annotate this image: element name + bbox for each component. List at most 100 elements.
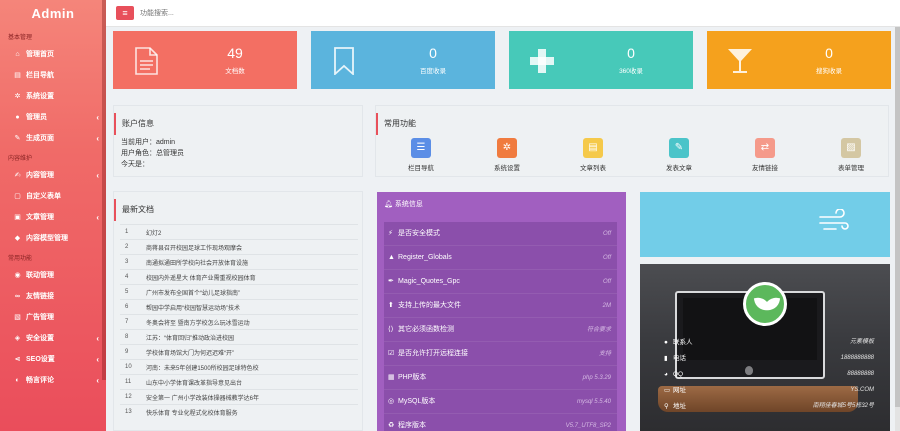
sidebar-item[interactable]: ⌂ 管理首页 xyxy=(0,44,106,65)
sidebar-item-label: 栏目导航 xyxy=(26,72,54,79)
function-shortcut[interactable]: ☰ 栏目导航 xyxy=(393,138,449,172)
table-row[interactable]: 8 江苏：“体育回归”推动政治进校园 xyxy=(120,329,358,345)
doc-title-link[interactable]: 江苏：“体育回归”推动政治进校园 xyxy=(146,329,358,345)
sidebar-item[interactable]: ✲ 系统设置 xyxy=(0,86,106,107)
sidebar-item[interactable]: ▧ 广告管理 xyxy=(0,307,106,328)
sidebar-item[interactable]: ▤ 栏目导航 xyxy=(0,65,106,86)
list-item: ⟨⟩ 其它必须函数检测 符合要求 xyxy=(384,318,617,342)
doc-title-link[interactable]: 南通拟通田所学校向社会开放体育设施 xyxy=(146,254,358,270)
list-item: ▲ Register_Globals Off xyxy=(384,246,617,270)
sidebar-item[interactable]: ✎ 生成页面 ‹ xyxy=(0,128,106,149)
function-label: 发表文章 xyxy=(666,165,692,172)
wind-tile[interactable] xyxy=(640,192,890,257)
chevron-left-icon: ‹ xyxy=(96,355,99,364)
doc-title-link[interactable]: 冬奥会将至 暨南方学校怎么玩冰雪运动 xyxy=(146,314,358,330)
sidebar-item[interactable]: ▣ 文章管理 ‹ xyxy=(0,207,106,228)
doc-title-link[interactable]: 帮园中学启用“校园智慧运动场”技术 xyxy=(146,299,358,315)
info-label: PHP版本 xyxy=(398,374,427,381)
brand-logo[interactable]: Admin xyxy=(0,0,106,28)
doc-title-link[interactable]: 广州市发布全国首个“幼儿足球指南” xyxy=(146,284,358,300)
home-icon: ⌂ xyxy=(15,51,20,58)
cocktail-icon xyxy=(728,49,752,73)
function-shortcut[interactable]: ▤ 文章列表 xyxy=(565,138,621,172)
flask-icon: ▲ xyxy=(388,254,395,261)
qq-icon: ◕ xyxy=(664,371,668,378)
row-number: 9 xyxy=(120,344,146,360)
stat-tile-docs[interactable]: 49 文档数 xyxy=(113,31,297,89)
table-row[interactable]: 6 帮园中学启用“校园智慧运动场”技术 xyxy=(120,299,358,315)
sidebar-item[interactable]: ✍ 内容管理 ‹ xyxy=(0,165,106,186)
database-icon: ◎ xyxy=(388,398,395,405)
table-row[interactable]: 9 学校体育场馆大门为何迟迟难“开” xyxy=(120,344,358,360)
contact-value: 88888888 xyxy=(847,371,874,377)
row-number: 10 xyxy=(120,359,146,375)
book-icon: ▣ xyxy=(14,214,21,221)
row-number: 12 xyxy=(120,389,146,405)
location-icon: ⚲ xyxy=(664,403,669,410)
sidebar-item[interactable]: ⋖ SEO设置 ‹ xyxy=(0,349,106,370)
function-shortcut[interactable]: ✎ 发表文章 xyxy=(651,138,707,172)
list-item: ▦ PHP版本 php 5.3.29 xyxy=(384,366,617,390)
info-value: php 5.3.29 xyxy=(582,375,611,381)
sidebar-item[interactable]: ● 管理员 ‹ xyxy=(0,107,106,128)
person-icon: ● xyxy=(664,339,668,346)
stat-tile-sogou[interactable]: 0 搜狗收录 xyxy=(707,31,891,89)
stat-tile-baidu[interactable]: 0 百度收录 xyxy=(311,31,495,89)
doc-title-link[interactable]: 山东中小学体育课改革指导意见出台 xyxy=(146,374,358,390)
info-value: Off xyxy=(602,279,611,285)
table-row[interactable]: 11 山东中小学体育课改革指导意见出台 xyxy=(120,374,358,390)
sidebar-item[interactable]: ∞ 友情链接 xyxy=(0,286,106,307)
link-icon: ∞ xyxy=(15,293,20,300)
table-row[interactable]: 3 南通拟通田所学校向社会开放体育设施 xyxy=(120,254,358,270)
sidebar-item[interactable]: ◆ 内容模型管理 xyxy=(0,228,106,249)
stat-label: 360收录 xyxy=(619,68,643,75)
contact-row: ● 联系人 元素模板 xyxy=(664,336,874,349)
doc-title-link[interactable]: 商蒋县召开校园足球工作现场观摩会 xyxy=(146,239,358,255)
doc-title-link[interactable]: 学校体育场馆大门为何迟迟难“开” xyxy=(146,344,358,360)
doc-title-link[interactable]: 河南：未来5年创建1500所校园足球特色校 xyxy=(146,359,358,375)
doc-title-link[interactable]: 校园内外遥星大 体育产业需重视校园体育 xyxy=(146,269,358,285)
doc-title-link[interactable]: 快乐体育 专业化程式化校体育服务 xyxy=(146,404,358,420)
sidebar-item-label: 生成页面 xyxy=(26,135,54,142)
table-row[interactable]: 13 快乐体育 专业化程式化校体育服务 xyxy=(120,404,358,420)
function-label: 系统设置 xyxy=(494,165,520,172)
function-shortcut[interactable]: ▨ 表单管理 xyxy=(823,138,879,172)
function-shortcut[interactable]: ⇄ 友情链接 xyxy=(737,138,793,172)
sidebar-item[interactable]: ◉ 联动管理 xyxy=(0,265,106,286)
table-row[interactable]: 5 广州市发布全国首个“幼儿足球指南” xyxy=(120,284,358,300)
info-label: 是否安全模式 xyxy=(398,230,440,237)
sidebar-scrollbar[interactable] xyxy=(102,0,106,380)
table-row[interactable]: 4 校园内外遥星大 体育产业需重视校园体育 xyxy=(120,269,358,285)
stat-tile-360[interactable]: 0 360收录 xyxy=(509,31,693,89)
avatar[interactable] xyxy=(743,282,787,326)
latest-docs-panel: 最新文档 1 幻灯2 2 商蒋县召开校园足球工作现场观摩会 3 南通拟通田所学校向社会开放… xyxy=(113,191,363,431)
sidebar-item-label: 文章管理 xyxy=(26,214,54,221)
function-shortcut[interactable]: ✲ 系统设置 xyxy=(479,138,535,172)
menu-toggle-button[interactable]: ≡ xyxy=(116,6,134,20)
table-row[interactable]: 12 安全第一 广州小学改装体操器械教学达6年 xyxy=(120,389,358,405)
doc-title-link[interactable]: 幻灯2 xyxy=(146,224,358,240)
function-search-input[interactable] xyxy=(140,6,320,20)
table-row[interactable]: 7 冬奥会将至 暨南方学校怎么玩冰雪运动 xyxy=(120,314,358,330)
image-icon: ▧ xyxy=(14,314,21,321)
sidebar-item[interactable]: ◈ 安全设置 ‹ xyxy=(0,328,106,349)
phone-icon: ▮ xyxy=(664,355,668,362)
sidebar-item[interactable]: ◐ 畅言评论 ‹ xyxy=(0,370,106,391)
row-number: 3 xyxy=(120,254,146,270)
row-number: 4 xyxy=(120,269,146,285)
list-item: ⬆ 支持上传的最大文件 2M xyxy=(384,294,617,318)
sidebar-item-label: 自定义表单 xyxy=(26,193,61,200)
list-item: ✒ Magic_Quotes_Gpc Off xyxy=(384,270,617,294)
docs-table: 1 幻灯2 2 商蒋县召开校园足球工作现场观摩会 3 南通拟通田所学校向社会开放体育设施 4… xyxy=(120,224,358,420)
table-row[interactable]: 10 河南：未来5年创建1500所校园足球特色校 xyxy=(120,359,358,375)
main-scrollbar[interactable] xyxy=(895,27,900,431)
account-info-panel: 账户信息 当前用户：admin 用户角色：总管理员 今天是： xyxy=(113,105,363,177)
table-row[interactable]: 2 商蒋县召开校园足球工作现场观摩会 xyxy=(120,239,358,255)
doc-title-link[interactable]: 安全第一 广州小学改装体操器械教学达6年 xyxy=(146,389,358,405)
contact-label: 电话 xyxy=(673,355,686,362)
sidebar-item[interactable]: ▢ 自定义表单 xyxy=(0,186,106,207)
table-row[interactable]: 1 幻灯2 xyxy=(120,224,358,240)
stat-value: 0 xyxy=(627,45,635,61)
current-user: 当前用户：admin xyxy=(121,139,176,146)
magic-icon: ✒ xyxy=(388,278,394,285)
